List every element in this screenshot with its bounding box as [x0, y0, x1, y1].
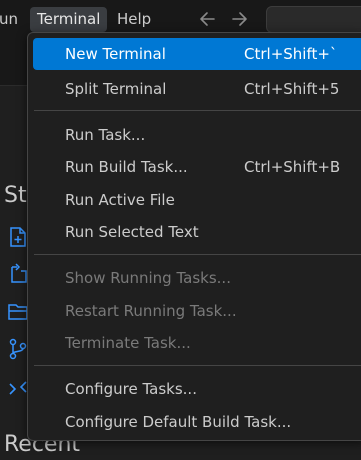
menu-separator — [34, 365, 361, 366]
menu-separator — [34, 110, 361, 111]
menu-item-label: Run Active File — [65, 191, 175, 209]
terminal-menu: New Terminal Ctrl+Shift+` Split Terminal… — [27, 32, 361, 441]
menu-item-run-task[interactable]: Run Task... — [33, 119, 361, 151]
menu-item-label: Configure Default Build Task... — [65, 413, 292, 431]
menu-item-shortcut: Ctrl+Shift+5 — [244, 80, 340, 98]
menu-separator — [34, 254, 361, 255]
menu-item-new-terminal[interactable]: New Terminal Ctrl+Shift+` — [33, 38, 361, 70]
menu-terminal[interactable]: Terminal — [30, 7, 108, 32]
menu-item-run-selected-text[interactable]: Run Selected Text — [33, 216, 361, 248]
menu-item-split-terminal[interactable]: Split Terminal Ctrl+Shift+5 — [33, 73, 361, 105]
arrow-left-icon[interactable] — [198, 8, 218, 30]
menu-item-label: Configure Tasks... — [65, 380, 197, 398]
menu-item-configure-tasks[interactable]: Configure Tasks... — [33, 373, 361, 405]
menu-item-restart-running-task: Restart Running Task... — [33, 295, 361, 327]
menu-item-label: Restart Running Task... — [65, 302, 237, 320]
menu-run[interactable]: un — [0, 7, 25, 32]
menu-item-label: Run Selected Text — [65, 223, 199, 241]
menu-item-label: Terminate Task... — [65, 334, 191, 352]
menu-item-label: New Terminal — [65, 45, 166, 63]
menu-item-shortcut: Ctrl+Shift+` — [244, 45, 338, 63]
menu-item-label: Show Running Tasks... — [65, 269, 231, 287]
menu-item-label: Run Task... — [65, 126, 146, 144]
arrow-right-icon[interactable] — [229, 8, 249, 30]
menu-item-run-build-task[interactable]: Run Build Task... Ctrl+Shift+B — [33, 151, 361, 183]
menu-item-shortcut: Ctrl+Shift+B — [244, 158, 341, 176]
menu-item-show-running-tasks: Show Running Tasks... — [33, 262, 361, 294]
menu-item-terminate-task: Terminate Task... — [33, 327, 361, 359]
menu-item-label: Split Terminal — [65, 80, 167, 98]
menu-item-run-active-file[interactable]: Run Active File — [33, 184, 361, 216]
menu-help[interactable]: Help — [110, 7, 158, 32]
vscode-window: un Terminal Help Sta Recent New Terminal… — [0, 0, 361, 460]
menu-item-label: Run Build Task... — [65, 158, 188, 176]
menu-item-configure-default-build-task[interactable]: Configure Default Build Task... — [33, 406, 361, 438]
command-center-search[interactable] — [266, 6, 361, 33]
